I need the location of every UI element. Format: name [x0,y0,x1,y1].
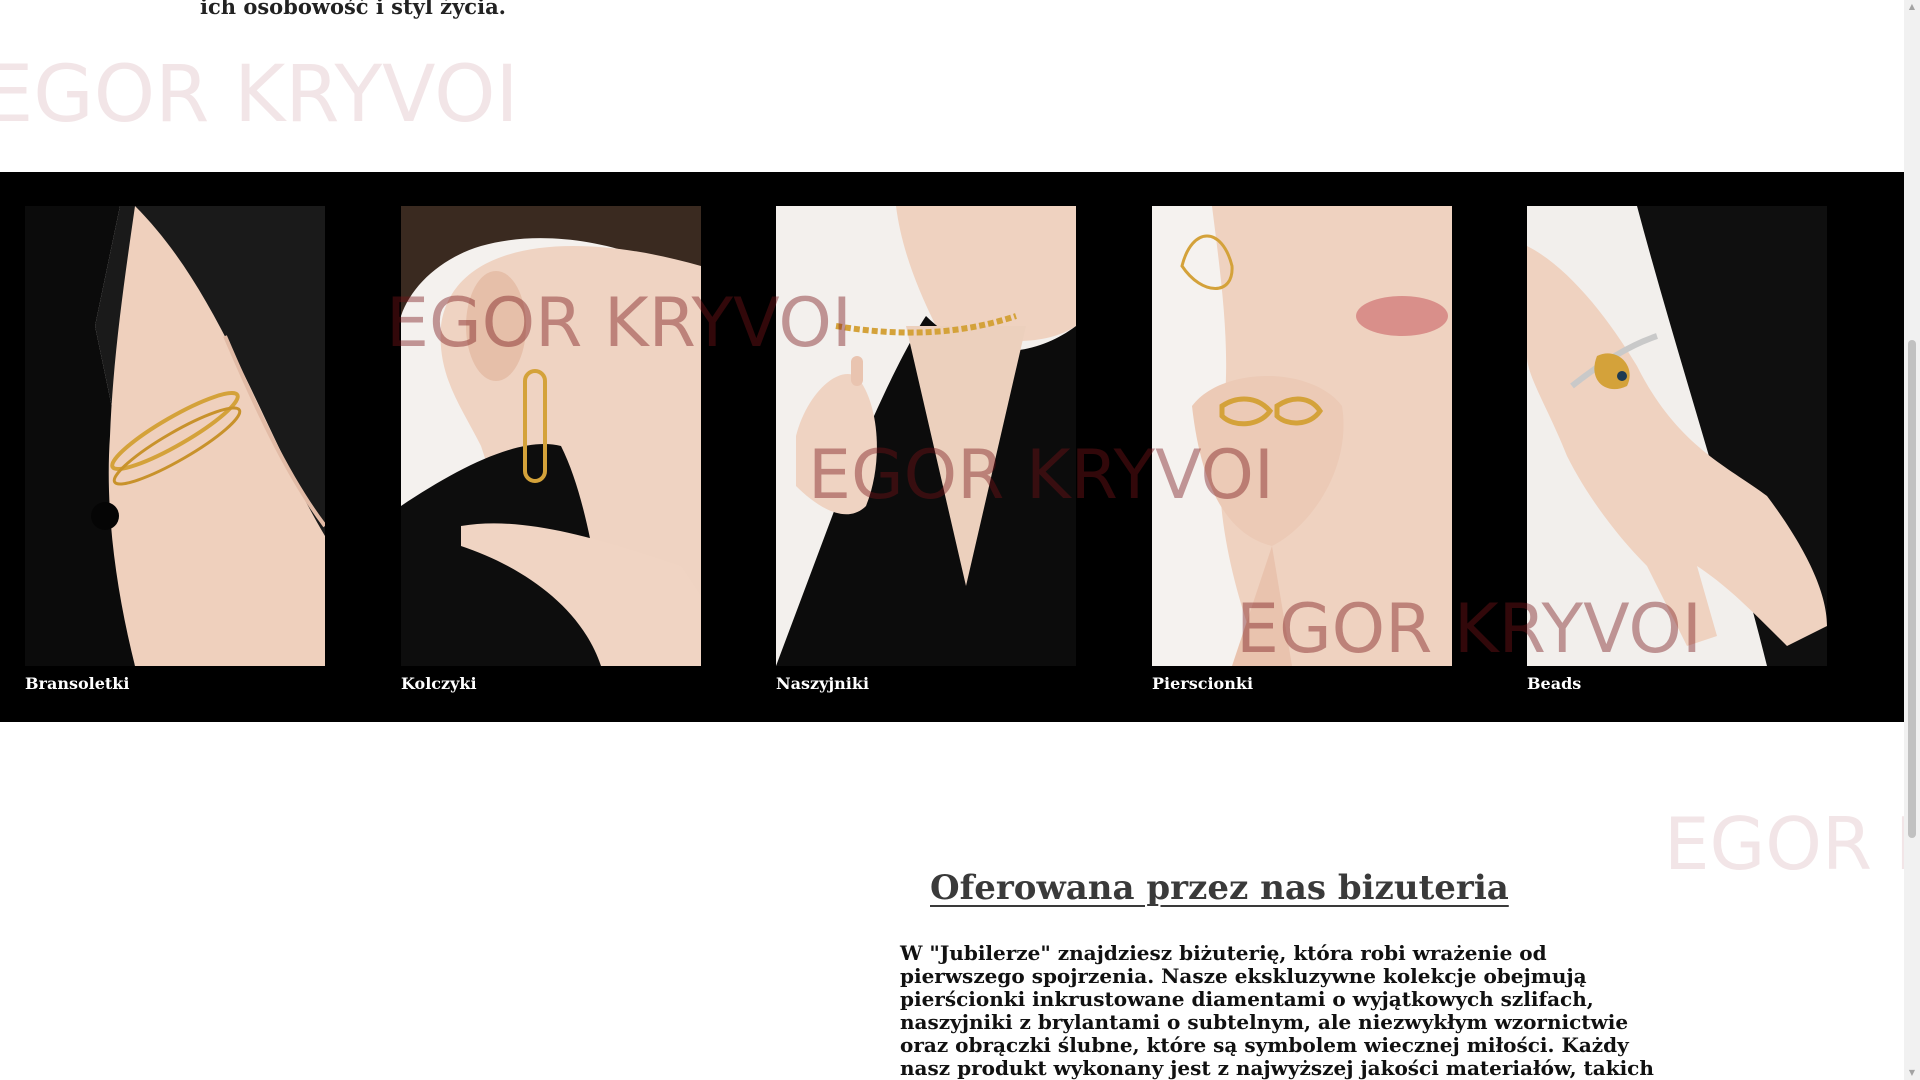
scroll-down-icon[interactable]: ▼ [1904,1066,1920,1080]
category-card-necklaces[interactable]: Naszyjniki [776,206,1076,693]
beads-photo[interactable] [1527,206,1827,666]
necklaces-photo[interactable] [776,206,1076,666]
category-label-earrings[interactable]: Kolczyki [401,674,701,693]
scroll-up-icon[interactable]: ▲ [1904,0,1920,14]
vertical-scrollbar[interactable]: ▲ ▼ [1904,0,1920,1080]
intro-text: ich osobowość i styl życia. [200,0,506,19]
category-card-earrings[interactable]: Kolczyki [401,206,701,693]
category-label-necklaces[interactable]: Naszyjniki [776,674,1076,693]
category-label-rings[interactable]: Pierscionki [1152,674,1452,693]
category-card-beads[interactable]: Beads [1527,206,1827,693]
category-gallery: Bransoletki Kolczyki Naszyjniki Pierscio… [0,172,1904,722]
section-title: Oferowana przez nas bizuteria [930,868,1509,908]
scrollbar-thumb[interactable] [1908,340,1916,838]
category-card-bracelets[interactable]: Bransoletki [25,206,325,693]
watermark-right: EGOR KRYVOI [1664,802,1920,886]
category-card-rings[interactable]: Pierscionki [1152,206,1452,693]
earrings-photo[interactable] [401,206,701,666]
watermark-top: EGOR KRYVOI [0,50,519,140]
bracelets-photo[interactable] [25,206,325,666]
page: ich osobowość i styl życia. EGOR KRYVOI … [0,0,1920,1080]
category-label-bracelets[interactable]: Bransoletki [25,674,325,693]
section-body: W "Jubilerze" znajdziesz biżuterię, któr… [900,941,1654,1080]
rings-photo[interactable] [1152,206,1452,666]
category-label-beads[interactable]: Beads [1527,674,1827,693]
